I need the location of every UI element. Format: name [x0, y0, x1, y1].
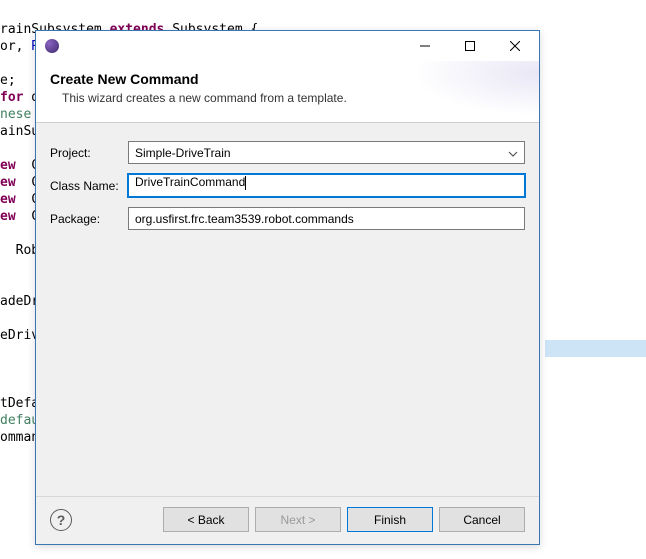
project-combo[interactable]: Simple-DriveTrain	[128, 141, 525, 164]
maximize-button[interactable]	[447, 32, 492, 60]
dialog-title: Create New Command	[50, 71, 525, 87]
package-input[interactable]	[128, 207, 525, 230]
help-icon[interactable]: ?	[50, 509, 72, 531]
finish-button[interactable]: Finish	[347, 507, 433, 532]
create-command-dialog: Create New Command This wizard creates a…	[35, 30, 540, 545]
dialog-form: Project: Simple-DriveTrain Class Name: D…	[36, 123, 539, 496]
dialog-banner: Create New Command This wizard creates a…	[36, 61, 539, 123]
classname-label: Class Name:	[50, 179, 128, 193]
classname-input[interactable]: DriveTrainCommand	[128, 174, 525, 197]
dialog-subtitle: This wizard creates a new command from a…	[62, 91, 525, 105]
dialog-button-bar: ? < Back Next > Finish Cancel	[36, 496, 539, 544]
back-button[interactable]: < Back	[163, 507, 249, 532]
text-caret	[245, 176, 246, 190]
chevron-down-icon	[508, 146, 518, 160]
next-button: Next >	[255, 507, 341, 532]
project-label: Project:	[50, 146, 128, 160]
package-field[interactable]	[135, 208, 518, 229]
minimize-button[interactable]	[402, 32, 447, 60]
dialog-titlebar[interactable]	[36, 31, 539, 61]
selection-highlight	[545, 340, 646, 357]
package-label: Package:	[50, 212, 128, 226]
close-button[interactable]	[492, 32, 537, 60]
eclipse-icon	[44, 38, 60, 54]
project-value: Simple-DriveTrain	[135, 146, 231, 160]
cancel-button[interactable]: Cancel	[439, 507, 525, 532]
